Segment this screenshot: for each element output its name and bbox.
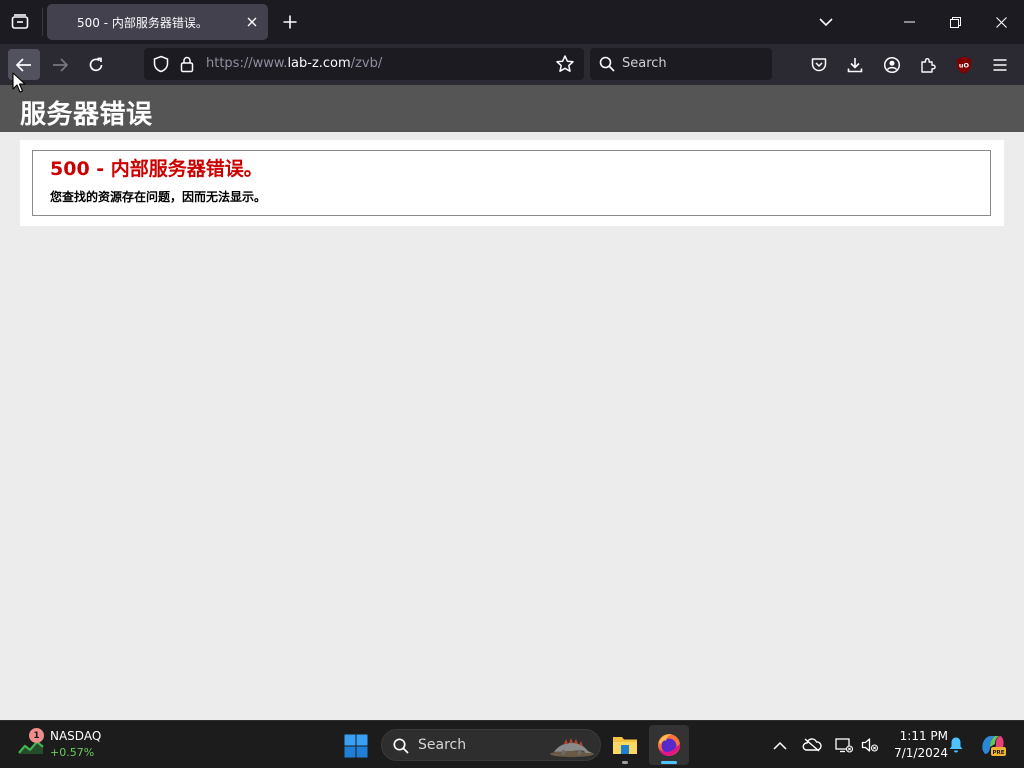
navigation-toolbar: https://www.lab-z.com/zvb/ Search uO	[0, 44, 1024, 85]
notification-badge: 1	[29, 728, 44, 743]
minimize-icon[interactable]	[886, 0, 932, 44]
window-close-icon[interactable]	[978, 0, 1024, 44]
tab-strip: 500 - 内部服务器错误。	[0, 0, 1024, 44]
forward-button[interactable]	[44, 49, 76, 80]
clock-time: 1:11 PM	[899, 729, 948, 743]
mouse-cursor-icon	[12, 72, 26, 93]
downloads-icon[interactable]	[840, 50, 870, 79]
page-title: 服务器错误	[20, 100, 153, 130]
stock-widget[interactable]: 1 NASDAQ +0.57%	[18, 727, 128, 763]
error-fieldset: 500 - 内部服务器错误。 您查找的资源存在问题，因而无法显示。	[32, 150, 991, 216]
pocket-icon[interactable]	[804, 50, 834, 79]
taskbar: 1 NASDAQ +0.57% Search 1:11 PM 7/1/2024 …	[0, 720, 1024, 768]
bookmark-star-icon[interactable]	[555, 54, 575, 74]
file-explorer-icon[interactable]	[605, 725, 645, 765]
clock-date: 7/1/2024	[894, 746, 948, 760]
reload-button[interactable]	[80, 49, 112, 80]
volume-muted-icon[interactable]	[860, 735, 880, 755]
restore-icon[interactable]	[932, 0, 978, 44]
app-active-indicator	[661, 761, 677, 764]
stock-name: NASDAQ	[50, 729, 102, 743]
url-host: lab-z.com	[287, 56, 351, 71]
network-icon[interactable]	[834, 735, 854, 755]
search-icon	[598, 55, 616, 73]
chevron-up-icon[interactable]	[770, 735, 790, 755]
shield-icon[interactable]	[152, 55, 170, 73]
tab-active[interactable]: 500 - 内部服务器错误。	[47, 4, 268, 40]
search-icon	[392, 737, 410, 755]
url-path: /zvb/	[350, 56, 383, 71]
new-tab-icon[interactable]	[278, 10, 302, 34]
taskbar-clock[interactable]: 1:11 PM 7/1/2024	[884, 728, 948, 762]
stock-change: +0.57%	[50, 746, 95, 759]
chevron-down-icon[interactable]	[814, 10, 838, 34]
error-title: 500 - 内部服务器错误。	[50, 158, 263, 180]
tab-close-icon[interactable]	[243, 13, 261, 31]
error-description: 您查找的资源存在问题，因而无法显示。	[50, 190, 267, 204]
address-bar[interactable]: https://www.lab-z.com/zvb/	[144, 48, 584, 80]
copilot-pre-badge: PRE	[992, 750, 1004, 756]
firefox-taskbar-icon[interactable]	[649, 725, 689, 765]
account-icon[interactable]	[877, 50, 907, 79]
notification-bell-icon[interactable]	[946, 735, 966, 755]
taskbar-search-box[interactable]: Search	[381, 729, 601, 761]
tab-separator	[42, 8, 43, 36]
lock-icon[interactable]	[178, 55, 196, 73]
tab-title: 500 - 内部服务器错误。	[77, 16, 208, 30]
copilot-icon[interactable]: PRE	[980, 732, 1006, 758]
list-all-tabs-icon[interactable]	[6, 9, 34, 35]
extensions-icon[interactable]	[913, 50, 943, 79]
ublock-icon[interactable]: uO	[949, 50, 979, 79]
app-running-indicator	[622, 761, 628, 764]
search-placeholder: Search	[622, 56, 667, 71]
onedrive-icon[interactable]	[802, 735, 822, 755]
windows-start-icon[interactable]	[337, 728, 375, 764]
search-bar[interactable]: Search	[590, 48, 772, 80]
search-highlight-dinosaur-icon	[550, 738, 594, 757]
taskbar-search-label: Search	[418, 737, 467, 753]
menu-icon[interactable]	[985, 50, 1015, 79]
url-prefix: https://www.	[206, 56, 288, 71]
url-text[interactable]: https://www.lab-z.com/zvb/	[206, 56, 382, 71]
ublock-badge-text: uO	[959, 61, 970, 69]
content-panel: 500 - 内部服务器错误。 您查找的资源存在问题，因而无法显示。	[20, 140, 1004, 226]
page-header: 服务器错误	[0, 85, 1024, 132]
